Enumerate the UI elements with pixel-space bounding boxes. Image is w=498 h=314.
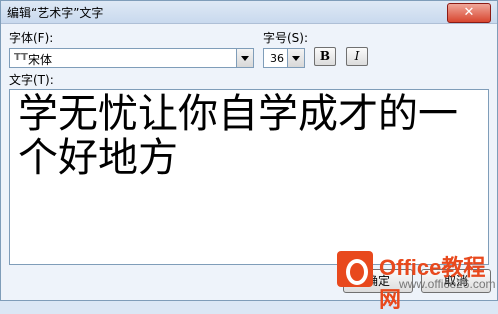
- dialog-title: 编辑“艺术字”文字: [7, 6, 104, 20]
- size-dropdown[interactable]: 36: [263, 48, 305, 68]
- watermark-url: www.office26.com: [399, 277, 496, 291]
- bold-button[interactable]: B: [314, 47, 336, 66]
- close-icon: ✕: [463, 5, 475, 20]
- truetype-icon: TT: [14, 52, 28, 63]
- chevron-down-icon[interactable]: [287, 49, 304, 67]
- font-dropdown[interactable]: TT 宋体: [9, 48, 254, 68]
- italic-button[interactable]: I: [346, 47, 368, 66]
- chevron-down-icon[interactable]: [236, 49, 253, 67]
- watermark: Office教程网 www.office26.com: [335, 247, 496, 312]
- edit-wordart-dialog: 编辑“艺术字”文字 ✕ 字体(F): TT 宋体 字号(S): 36 B I 文…: [0, 0, 498, 312]
- close-button[interactable]: ✕: [447, 3, 491, 23]
- size-value: 36: [270, 52, 284, 65]
- title-bar: 编辑“艺术字”文字 ✕: [1, 1, 497, 24]
- office-logo-icon: [337, 251, 373, 287]
- font-value: 宋体: [28, 53, 53, 67]
- wordart-text-input[interactable]: 学无忧让你自学成才的一个好地方: [9, 89, 489, 265]
- text-label: 文字(T):: [9, 73, 54, 87]
- font-label: 字体(F):: [9, 31, 54, 45]
- size-label: 字号(S):: [263, 31, 309, 45]
